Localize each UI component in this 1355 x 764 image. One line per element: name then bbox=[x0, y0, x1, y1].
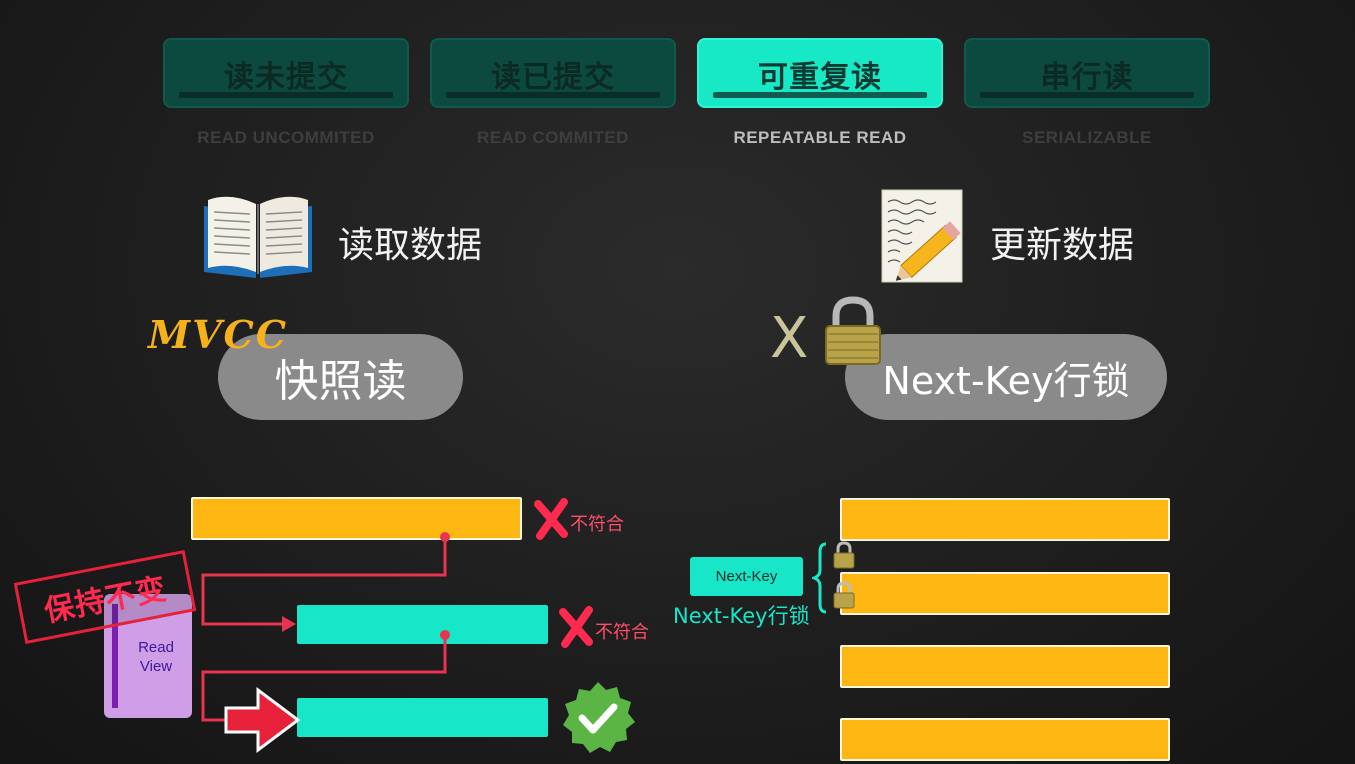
tab-underline bbox=[980, 92, 1194, 98]
record-bar-4 bbox=[840, 718, 1170, 761]
tab-subtitle: REPEATABLE READ bbox=[733, 128, 907, 147]
mismatch-note: 不符合 bbox=[570, 514, 624, 535]
record-bar-3 bbox=[840, 645, 1170, 688]
next-key-box: Next-Key bbox=[690, 557, 803, 596]
tab-label: 可重复读 bbox=[758, 60, 882, 95]
cross-icon bbox=[534, 498, 568, 540]
tab-repeatable-read[interactable]: 可重复读 bbox=[697, 38, 943, 108]
next-key-box-label: Next-Key bbox=[715, 568, 778, 585]
pencil-paper-icon bbox=[881, 189, 963, 283]
mvcc-label: MVCC bbox=[148, 312, 289, 357]
record-bar-1 bbox=[840, 498, 1170, 541]
check-badge-icon bbox=[563, 682, 635, 753]
tab-underline bbox=[713, 92, 927, 98]
next-key-lock-label: Next-Key行锁 bbox=[882, 358, 1130, 403]
mismatch-note: 不符合 bbox=[595, 622, 649, 643]
x-mark: X bbox=[770, 306, 809, 371]
update-data-title: 更新数据 bbox=[990, 225, 1135, 266]
tab-serializable[interactable]: 串行读 bbox=[964, 38, 1210, 108]
tab-label: 串行读 bbox=[1040, 60, 1134, 95]
small-lock-icon bbox=[833, 581, 855, 609]
read-view-label: Read View bbox=[138, 639, 174, 675]
tab-subtitle: SERIALIZABLE bbox=[1022, 128, 1152, 147]
next-key-lock-pill: Next-Key行锁 bbox=[845, 334, 1167, 420]
small-lock-icon bbox=[833, 541, 855, 569]
next-key-caption: Next-Key行锁 bbox=[673, 604, 810, 628]
record-bar-2 bbox=[840, 572, 1170, 615]
padlock-icon bbox=[825, 296, 881, 365]
cross-icon bbox=[559, 606, 593, 648]
